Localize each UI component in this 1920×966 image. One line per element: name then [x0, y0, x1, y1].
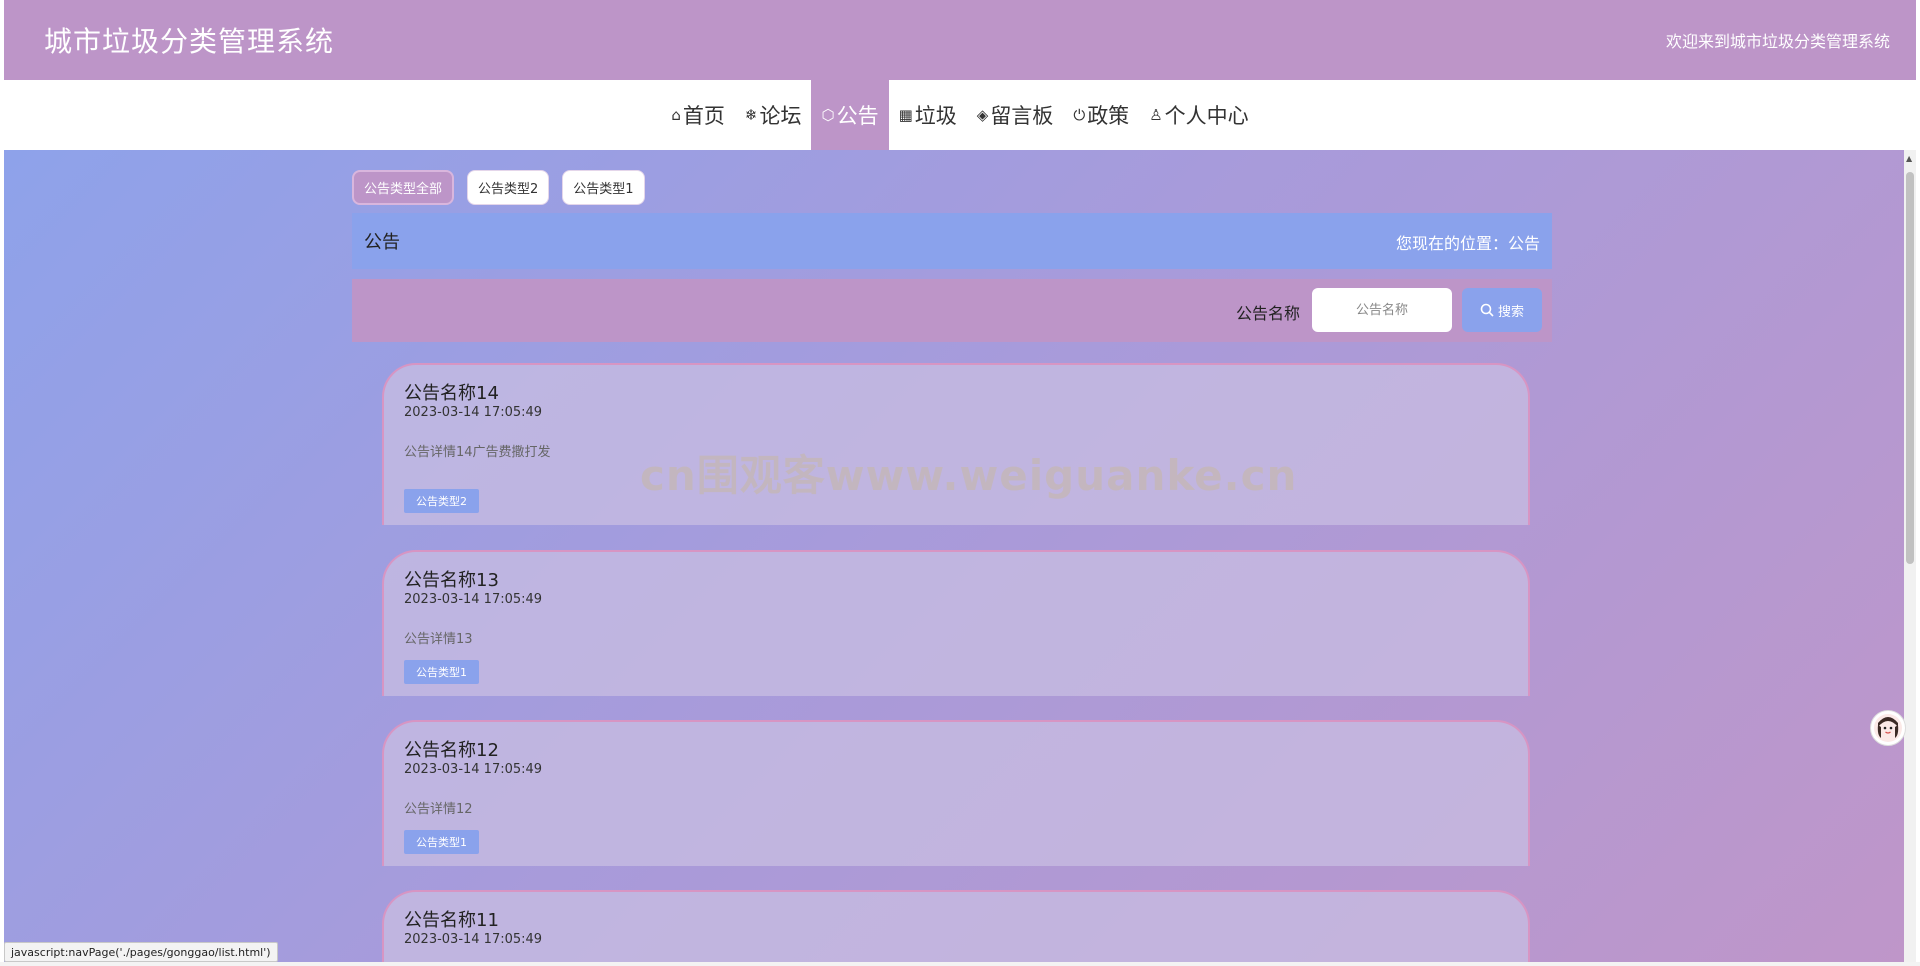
card-title[interactable]: 公告名称13 [404, 566, 499, 592]
page-title: 公告 [364, 232, 400, 253]
list-item[interactable]: 公告名称13 2023-03-14 17:05:49 公告详情13 公告类型1 [382, 550, 1530, 696]
search-icon [1480, 303, 1494, 317]
card-time: 2023-03-14 17:05:49 [404, 405, 543, 420]
type-filter-tabs: 公告类型全部 公告类型2 公告类型1 [352, 170, 645, 205]
nav-item-label: 个人中心 [1164, 104, 1249, 128]
nav-item-label: 留言板 [990, 104, 1054, 128]
nav-item-label: 论坛 [759, 104, 802, 128]
layers-icon: ◈ [976, 106, 989, 124]
search-label: 公告名称 [1235, 304, 1300, 323]
card-tag: 公告类型1 [404, 830, 479, 854]
nav-item-policy[interactable]: ⏻ 政策 [1063, 80, 1139, 150]
search-input[interactable] [1312, 288, 1452, 332]
search-button[interactable]: 搜索 [1462, 288, 1542, 332]
card-desc: 公告详情13 [404, 632, 473, 647]
nav-item-forum[interactable]: ❄ 论坛 [735, 80, 812, 150]
welcome-text: 欢迎来到城市垃圾分类管理系统 [1665, 32, 1890, 51]
card-title[interactable]: 公告名称14 [404, 379, 499, 405]
user-icon: ♙ [1149, 106, 1163, 124]
avatar[interactable] [1870, 710, 1906, 746]
card-time: 2023-03-14 17:05:49 [404, 932, 543, 947]
filter-type-1[interactable]: 公告类型1 [562, 170, 645, 205]
card-time: 2023-03-14 17:05:49 [404, 592, 543, 607]
app-frame: 城市垃圾分类管理系统 欢迎来到城市垃圾分类管理系统 ⌂ 首页 ❄ 论坛 ⬡ 公告… [4, 0, 1916, 962]
card-tag: 公告类型2 [404, 489, 479, 513]
main-nav: ⌂ 首页 ❄ 论坛 ⬡ 公告 ▦ 垃圾 ◈ 留言板 ⏻ 政策 ♙ 个人中心 [4, 80, 1916, 150]
site-header: 城市垃圾分类管理系统 欢迎来到城市垃圾分类管理系统 [4, 0, 1916, 80]
cube-icon: ⬡ [821, 106, 835, 124]
nav-item-home[interactable]: ⌂ 首页 [661, 80, 735, 150]
avatar-face-icon [1874, 714, 1902, 742]
scrollbar[interactable]: ▲ [1904, 150, 1916, 962]
filter-all[interactable]: 公告类型全部 [352, 170, 455, 205]
site-title: 城市垃圾分类管理系统 [44, 25, 335, 58]
card-time: 2023-03-14 17:05:49 [404, 762, 543, 777]
nav-item-garbage[interactable]: ▦ 垃圾 [889, 80, 967, 150]
window-bottom-edge [0, 962, 1920, 966]
status-bar-url: javascript:navPage('./pages/gonggao/list… [4, 942, 278, 962]
card-tag: 公告类型1 [404, 660, 479, 684]
card-desc: 公告详情14广告费撒打发 [404, 445, 551, 460]
nav-item-label: 政策 [1087, 104, 1130, 128]
nav-item-message-board[interactable]: ◈ 留言板 [967, 80, 1064, 150]
search-bar: 公告名称 搜索 [352, 279, 1552, 342]
card-desc: 公告详情12 [404, 802, 473, 817]
nav-item-label: 首页 [682, 104, 725, 128]
nav-item-label: 公告 [836, 104, 879, 128]
filter-type-2[interactable]: 公告类型2 [467, 170, 550, 205]
breadcrumb-location: 您现在的位置：公告 [1395, 234, 1540, 253]
search-button-label: 搜索 [1497, 304, 1524, 320]
scrollbar-thumb[interactable] [1906, 172, 1914, 564]
nav-item-announcement[interactable]: ⬡ 公告 [811, 80, 889, 150]
card-title[interactable]: 公告名称12 [404, 736, 499, 762]
list-item[interactable]: 公告名称12 2023-03-14 17:05:49 公告详情12 公告类型1 [382, 720, 1530, 866]
list-item[interactable]: 公告名称11 2023-03-14 17:05:49 [382, 890, 1530, 962]
watermark: cn围观客www.weiguanke.cn [640, 451, 1298, 500]
card-title[interactable]: 公告名称11 [404, 906, 499, 932]
home-icon: ⌂ [671, 106, 681, 124]
power-icon: ⏻ [1073, 106, 1086, 124]
scroll-up-arrow-icon[interactable]: ▲ [1906, 154, 1912, 163]
grid-icon: ▦ [898, 106, 913, 124]
nav-item-profile[interactable]: ♙ 个人中心 [1139, 80, 1258, 150]
nav-item-label: 垃圾 [914, 104, 957, 128]
breadcrumb: 公告 您现在的位置：公告 [352, 213, 1552, 269]
snowflake-icon: ❄ [744, 106, 758, 124]
